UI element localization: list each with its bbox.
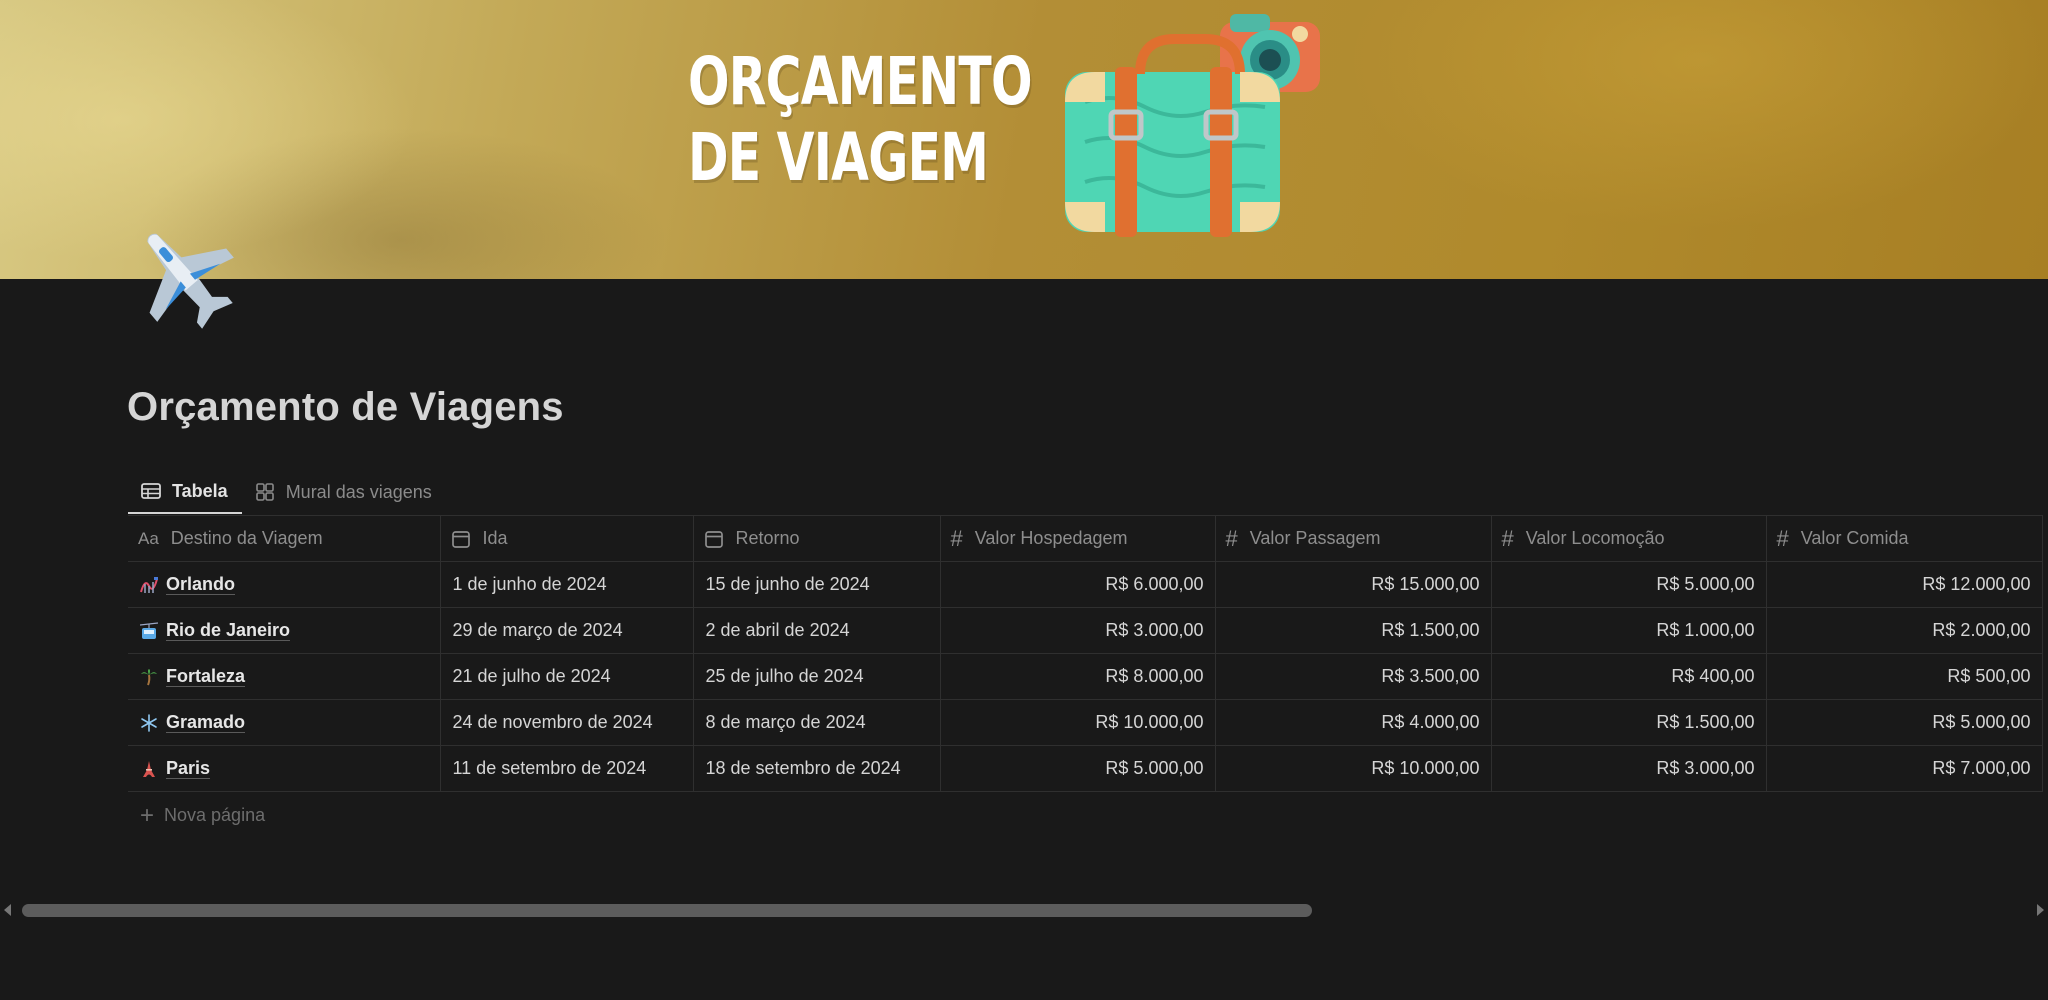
cell-valor-hospedagem[interactable]: R$ 10.000,00 [940,699,1216,746]
tab-tabela[interactable]: Tabela [128,470,242,514]
eiffel-tower-icon [143,760,155,777]
cell-valor-locomocao[interactable]: R$ 5.000,00 [1491,561,1767,608]
column-header-valor-locomocao[interactable]: # Valor Locomoção [1491,515,1767,562]
cell-valor-hospedagem[interactable]: R$ 3.000,00 [940,607,1216,654]
cell-ida[interactable]: 1 de junho de 2024 [440,561,694,608]
cell-destino[interactable]: Rio de Janeiro [128,607,441,654]
column-header-label: Retorno [735,528,800,548]
table-row[interactable]: Gramado 24 de novembro de 2024 8 de març… [128,699,2043,746]
plus-icon: + [140,801,155,829]
table-row[interactable]: Paris 11 de setembro de 2024 18 de setem… [128,745,2043,792]
cell-retorno[interactable]: 18 de setembro de 2024 [693,745,941,792]
tab-mural-das-viagens[interactable]: Mural das viagens [242,470,446,514]
cell-valor-comida[interactable]: R$ 5.000,00 [1766,699,2043,746]
cell-valor-locomocao[interactable]: R$ 1.000,00 [1491,607,1767,654]
cell-valor-hospedagem[interactable]: R$ 6.000,00 [940,561,1216,608]
cell-destino[interactable]: Paris [128,745,441,792]
destino-label: Paris [166,758,211,779]
cell-retorno[interactable]: 2 de abril de 2024 [693,607,941,654]
cell-valor-passagem[interactable]: R$ 15.000,00 [1215,561,1492,608]
cell-valor-comida[interactable]: R$ 12.000,00 [1766,561,2043,608]
table-row[interactable]: Orlando 1 de junho de 2024 15 de junho d… [128,561,2043,608]
column-header-label: Valor Hospedagem [974,528,1128,548]
column-header-destino[interactable]: Aa Destino da Viagem [128,515,441,562]
table-row[interactable]: Fortaleza 21 de julho de 2024 25 de julh… [128,653,2043,700]
palm-tree-icon [141,668,157,685]
column-header-valor-passagem[interactable]: # Valor Passagem [1215,515,1492,562]
column-header-label: Ida [482,528,508,548]
cell-valor-locomocao[interactable]: R$ 1.500,00 [1491,699,1767,746]
suitcase-camera-illustration [1065,14,1320,237]
number-icon: # [1225,525,1238,551]
column-header-label: Valor Locomoção [1525,528,1665,548]
new-page-button[interactable]: + Nova página [128,791,2042,835]
cell-retorno[interactable]: 8 de março de 2024 [693,699,941,746]
destino-label: Gramado [166,712,246,733]
cell-valor-comida[interactable]: R$ 500,00 [1766,653,2043,700]
cell-valor-locomocao[interactable]: R$ 400,00 [1491,653,1767,700]
cell-ida[interactable]: 24 de novembro de 2024 [440,699,694,746]
tab-tabela-label: Tabela [172,480,228,501]
cell-valor-locomocao[interactable]: R$ 3.000,00 [1491,745,1767,792]
column-header-label: Valor Comida [1800,528,1909,548]
cell-ida[interactable]: 11 de setembro de 2024 [440,745,694,792]
table-row[interactable]: Rio de Janeiro 29 de março de 2024 2 de … [128,607,2043,654]
text-property-icon: Aa [138,528,159,548]
cell-valor-passagem[interactable]: R$ 1.500,00 [1215,607,1492,654]
cover-title: ORÇAMENTO DE VIAGEM [688,43,1033,196]
number-icon: # [1501,525,1514,551]
column-header-label: Destino da Viagem [170,528,323,548]
column-header-ida[interactable]: Ida [440,515,694,562]
cell-retorno[interactable]: 25 de julho de 2024 [693,653,941,700]
airplane-icon[interactable] [128,220,240,332]
new-page-label: Nova página [164,805,266,825]
cell-ida[interactable]: 21 de julho de 2024 [440,653,694,700]
page-title: Orçamento de Viagens [127,385,564,429]
destino-label: Fortaleza [166,666,246,687]
cover-banner: ORÇAMENTO DE VIAGEM [0,0,2048,279]
table-header-row: Aa Destino da Viagem Ida Retorno # Valor… [128,515,2043,562]
destino-label: Rio de Janeiro [166,620,291,641]
column-header-label: Valor Passagem [1249,528,1381,548]
cell-destino[interactable]: Orlando [128,561,441,608]
cell-valor-hospedagem[interactable]: R$ 8.000,00 [940,653,1216,700]
cell-valor-passagem[interactable]: R$ 3.500,00 [1215,653,1492,700]
cover-title-line2: DE VIAGEM [688,119,989,196]
table-icon [141,483,161,499]
cell-valor-hospedagem[interactable]: R$ 5.000,00 [940,745,1216,792]
number-icon: # [1776,525,1789,551]
cover-title-line1: ORÇAMENTO [688,43,1033,120]
database-table: Aa Destino da Viagem Ida Retorno # Valor… [128,515,2048,835]
view-tabs: Tabela Mural das viagens [128,470,446,515]
cell-destino[interactable]: Gramado [128,699,441,746]
calendar-icon [704,530,723,548]
gallery-icon [255,483,274,501]
column-header-retorno[interactable]: Retorno [693,515,941,562]
snowflake-icon [141,713,157,732]
cell-valor-passagem[interactable]: R$ 4.000,00 [1215,699,1492,746]
cell-valor-comida[interactable]: R$ 7.000,00 [1766,745,2043,792]
cell-destino[interactable]: Fortaleza [128,653,441,700]
cell-ida[interactable]: 29 de março de 2024 [440,607,694,654]
calendar-icon [451,530,470,548]
tab-mural-label: Mural das viagens [285,481,432,502]
cable-car-icon [140,621,158,639]
column-header-valor-comida[interactable]: # Valor Comida [1766,515,2043,562]
scroll-right-arrow-icon[interactable] [2037,904,2044,916]
destino-label: Orlando [166,574,236,595]
new-page-row[interactable]: + Nova página [128,791,2042,835]
number-icon: # [950,525,963,551]
scroll-left-arrow-icon[interactable] [4,904,11,916]
horizontal-scrollbar[interactable] [0,898,2048,922]
cell-valor-passagem[interactable]: R$ 10.000,00 [1215,745,1492,792]
roller-coaster-icon [140,576,158,593]
cell-retorno[interactable]: 15 de junho de 2024 [693,561,941,608]
cell-valor-comida[interactable]: R$ 2.000,00 [1766,607,2043,654]
column-header-valor-hospedagem[interactable]: # Valor Hospedagem [940,515,1216,562]
scrollbar-thumb[interactable] [22,904,1312,917]
